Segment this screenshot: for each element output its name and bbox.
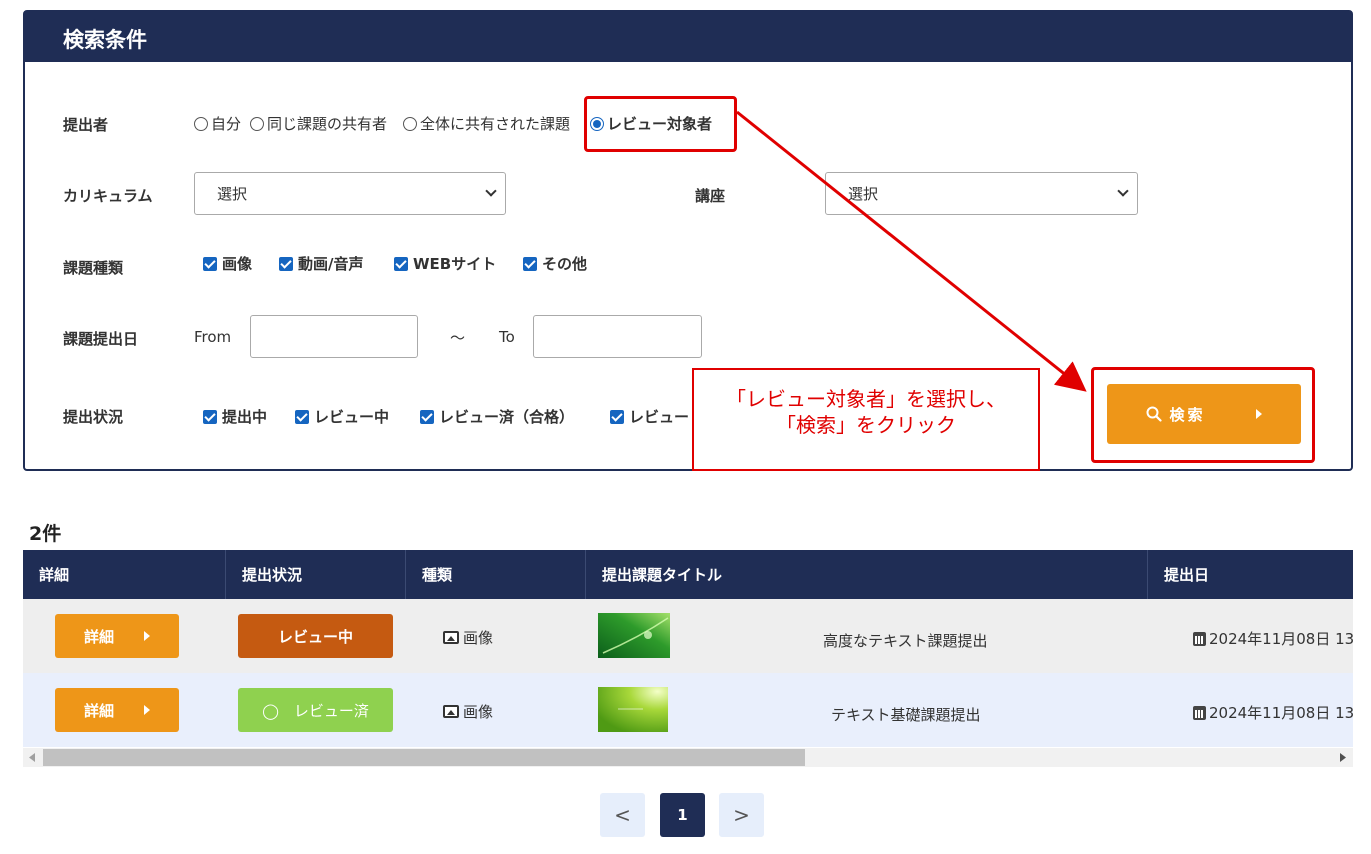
annotation-callout: 「レビュー対象者」を選択し、 「検索」をクリック (692, 368, 1040, 471)
scroll-right-arrow-icon[interactable] (1340, 753, 1346, 762)
task-title: テキスト基礎課題提出 (831, 706, 981, 724)
kind-cell: 画像 (443, 701, 493, 722)
caret-right-icon (144, 631, 150, 641)
kind-label: 画像 (463, 629, 494, 647)
detail-button-label: 詳細 (83, 701, 114, 720)
column-header-date: 提出日 (1164, 566, 1210, 584)
task-thumbnail (598, 687, 668, 732)
column-header-detail: 詳細 (23, 550, 226, 599)
calendar-icon (1193, 705, 1206, 720)
pagination-current-page[interactable]: 1 (660, 793, 705, 837)
horizontal-scrollbar[interactable] (23, 748, 1353, 767)
task-title: 高度なテキスト課題提出 (823, 632, 988, 650)
results-table-header: 詳細 提出状況 種類 提出課題タイトル 提出日 (23, 550, 1353, 599)
table-row: 詳細 ◯ レビュー済 画像 テキスト基礎課題提出 2024年11月08日 13 (23, 673, 1354, 747)
task-thumbnail (598, 613, 670, 658)
status-badge: ◯ レビュー済 (238, 688, 393, 732)
submit-date: 2024年11月08日 13 (1209, 704, 1355, 722)
detail-button[interactable]: 詳細 (55, 688, 179, 732)
pagination-prev-button[interactable]: < (600, 793, 645, 837)
scroll-left-arrow-icon[interactable] (29, 753, 35, 762)
kind-label: 画像 (463, 703, 494, 721)
submit-date: 2024年11月08日 13 (1209, 630, 1355, 648)
submit-date-cell: 2024年11月08日 13 (1193, 702, 1354, 723)
scrollbar-thumb[interactable] (43, 749, 805, 766)
status-badge: レビュー中 (238, 614, 393, 658)
calendar-icon (1193, 631, 1206, 646)
detail-button-label: 詳細 (83, 627, 114, 646)
pagination-next-button[interactable]: > (719, 793, 764, 837)
callout-line-1: 「レビュー対象者」を選択し、 (726, 387, 1006, 411)
kind-cell: 画像 (443, 627, 493, 648)
table-row: 詳細 レビュー中 画像 高度なテキスト課題提出 2024年11月08日 13 (23, 599, 1354, 673)
image-icon (443, 705, 459, 718)
callout-line-2: 「検索」をクリック (776, 413, 956, 437)
submit-date-cell: 2024年11月08日 13 (1193, 628, 1354, 649)
image-icon (443, 631, 459, 644)
caret-right-icon (144, 705, 150, 715)
result-count: 2件 (29, 523, 62, 545)
column-header-kind: 種類 (406, 550, 586, 599)
detail-button[interactable]: 詳細 (55, 614, 179, 658)
column-header-status: 提出状況 (226, 550, 406, 599)
column-header-title: 提出課題タイトル (586, 550, 1148, 599)
